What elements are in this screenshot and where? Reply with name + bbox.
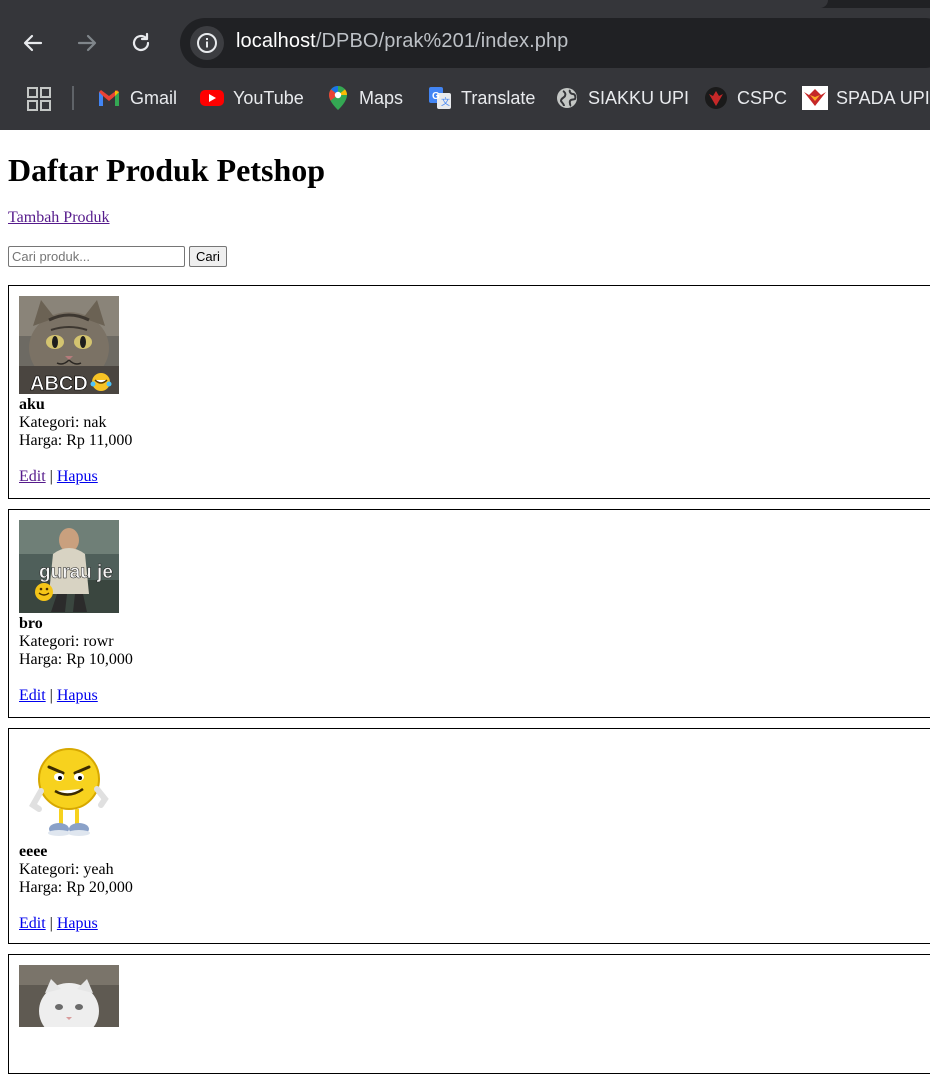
bookmark-translate[interactable]: G 文 Translate (427, 84, 535, 112)
product-price: Harga: Rp 11,000 (19, 432, 133, 449)
address-bar[interactable]: localhost/DPBO/prak%201/index.php (180, 18, 930, 68)
product-price: Harga: Rp 10,000 (19, 651, 133, 668)
forward-arrow-icon (77, 34, 97, 52)
page-title: Daftar Produk Petshop (8, 152, 326, 188)
bookmarks-bar: Gmail YouTube Maps G 文 Translate SIAKKU … (0, 78, 930, 118)
product-category: Kategori: nak (19, 414, 107, 431)
bookmarks-divider (72, 86, 74, 110)
reload-button[interactable] (124, 26, 158, 60)
edit-link[interactable]: Edit (19, 687, 46, 704)
product-card: ABCD aku Kategori: nak Harga: Rp 11,000 … (8, 285, 930, 499)
bookmark-cspc[interactable]: CSPC (703, 84, 787, 112)
product-name: eeee (19, 843, 48, 860)
search-form: Cari (8, 246, 227, 267)
bookmark-gmail[interactable]: Gmail (96, 84, 177, 112)
product-price: Harga: Rp 20,000 (19, 879, 133, 896)
url-host: localhost (236, 30, 316, 52)
spada-icon (802, 85, 828, 111)
browser-chrome: localhost/DPBO/prak%201/index.php Gmail (0, 0, 930, 130)
bookmark-label: Translate (461, 87, 536, 108)
product-category: Kategori: rowr (19, 633, 114, 650)
product-image: ABCD (19, 296, 119, 394)
apps-grid-icon[interactable] (26, 86, 52, 112)
bookmark-spada-upi[interactable]: SPADA UPI (802, 84, 930, 112)
image-caption: gurau je pun (39, 562, 119, 583)
product-actions: Edit | Hapus (19, 687, 930, 705)
bookmark-label: Maps (359, 87, 404, 108)
bookmark-label: YouTube (233, 87, 304, 108)
edit-link[interactable]: Edit (19, 468, 46, 485)
delete-link[interactable]: Hapus (57, 687, 98, 704)
product-image (19, 739, 119, 841)
action-separator: | (49, 687, 53, 704)
bookmark-label: Gmail (130, 87, 178, 108)
cspc-icon (703, 85, 729, 111)
bookmark-label: SPADA UPI (836, 87, 930, 108)
bookmark-youtube[interactable]: YouTube (199, 84, 304, 112)
delete-link[interactable]: Hapus (57, 915, 98, 932)
maps-icon (325, 85, 351, 111)
delete-link[interactable]: Hapus (57, 468, 98, 485)
product-card: eeee Kategori: yeah Harga: Rp 20,000 Edi… (8, 728, 930, 944)
product-name: aku (19, 396, 45, 413)
url-path: /DPBO/prak%201/index.php (315, 30, 569, 52)
bookmark-siakku-upi[interactable]: SIAKKU UPI (554, 84, 689, 112)
gmail-icon (96, 85, 122, 111)
product-image (19, 965, 119, 1027)
bookmark-maps[interactable]: Maps (325, 84, 403, 112)
forward-button[interactable] (70, 26, 104, 60)
url-text: localhost/DPBO/prak%201/index.php (236, 30, 568, 53)
reload-icon (132, 32, 150, 52)
bookmark-label: CSPC (737, 87, 788, 108)
globe-icon (554, 85, 580, 111)
product-actions: Edit | Hapus (19, 468, 930, 486)
product-name: bro (19, 615, 43, 632)
svg-text:文: 文 (441, 96, 450, 107)
product-card: gurau je pun bro Kategori: rowr Harga: R… (8, 509, 930, 718)
edit-link[interactable]: Edit (19, 915, 46, 932)
image-caption: ABCD (30, 373, 88, 394)
back-button[interactable] (16, 26, 50, 60)
youtube-icon (199, 85, 225, 111)
bookmark-label: SIAKKU UPI (588, 87, 690, 108)
search-input[interactable] (8, 246, 185, 267)
search-button[interactable]: Cari (189, 246, 227, 267)
product-card (8, 954, 930, 1074)
tab-strip (0, 0, 930, 8)
add-product-link[interactable]: Tambah Produk (8, 209, 110, 227)
action-separator: | (49, 915, 53, 932)
svg-text:G: G (432, 91, 440, 102)
site-info-button[interactable] (190, 26, 224, 60)
product-category: Kategori: yeah (19, 861, 114, 878)
action-separator: | (49, 468, 53, 485)
info-icon (197, 33, 217, 53)
back-arrow-icon (23, 34, 43, 52)
translate-icon: G 文 (427, 85, 453, 111)
product-image: gurau je pun (19, 520, 119, 613)
product-actions: Edit | Hapus (19, 915, 930, 933)
